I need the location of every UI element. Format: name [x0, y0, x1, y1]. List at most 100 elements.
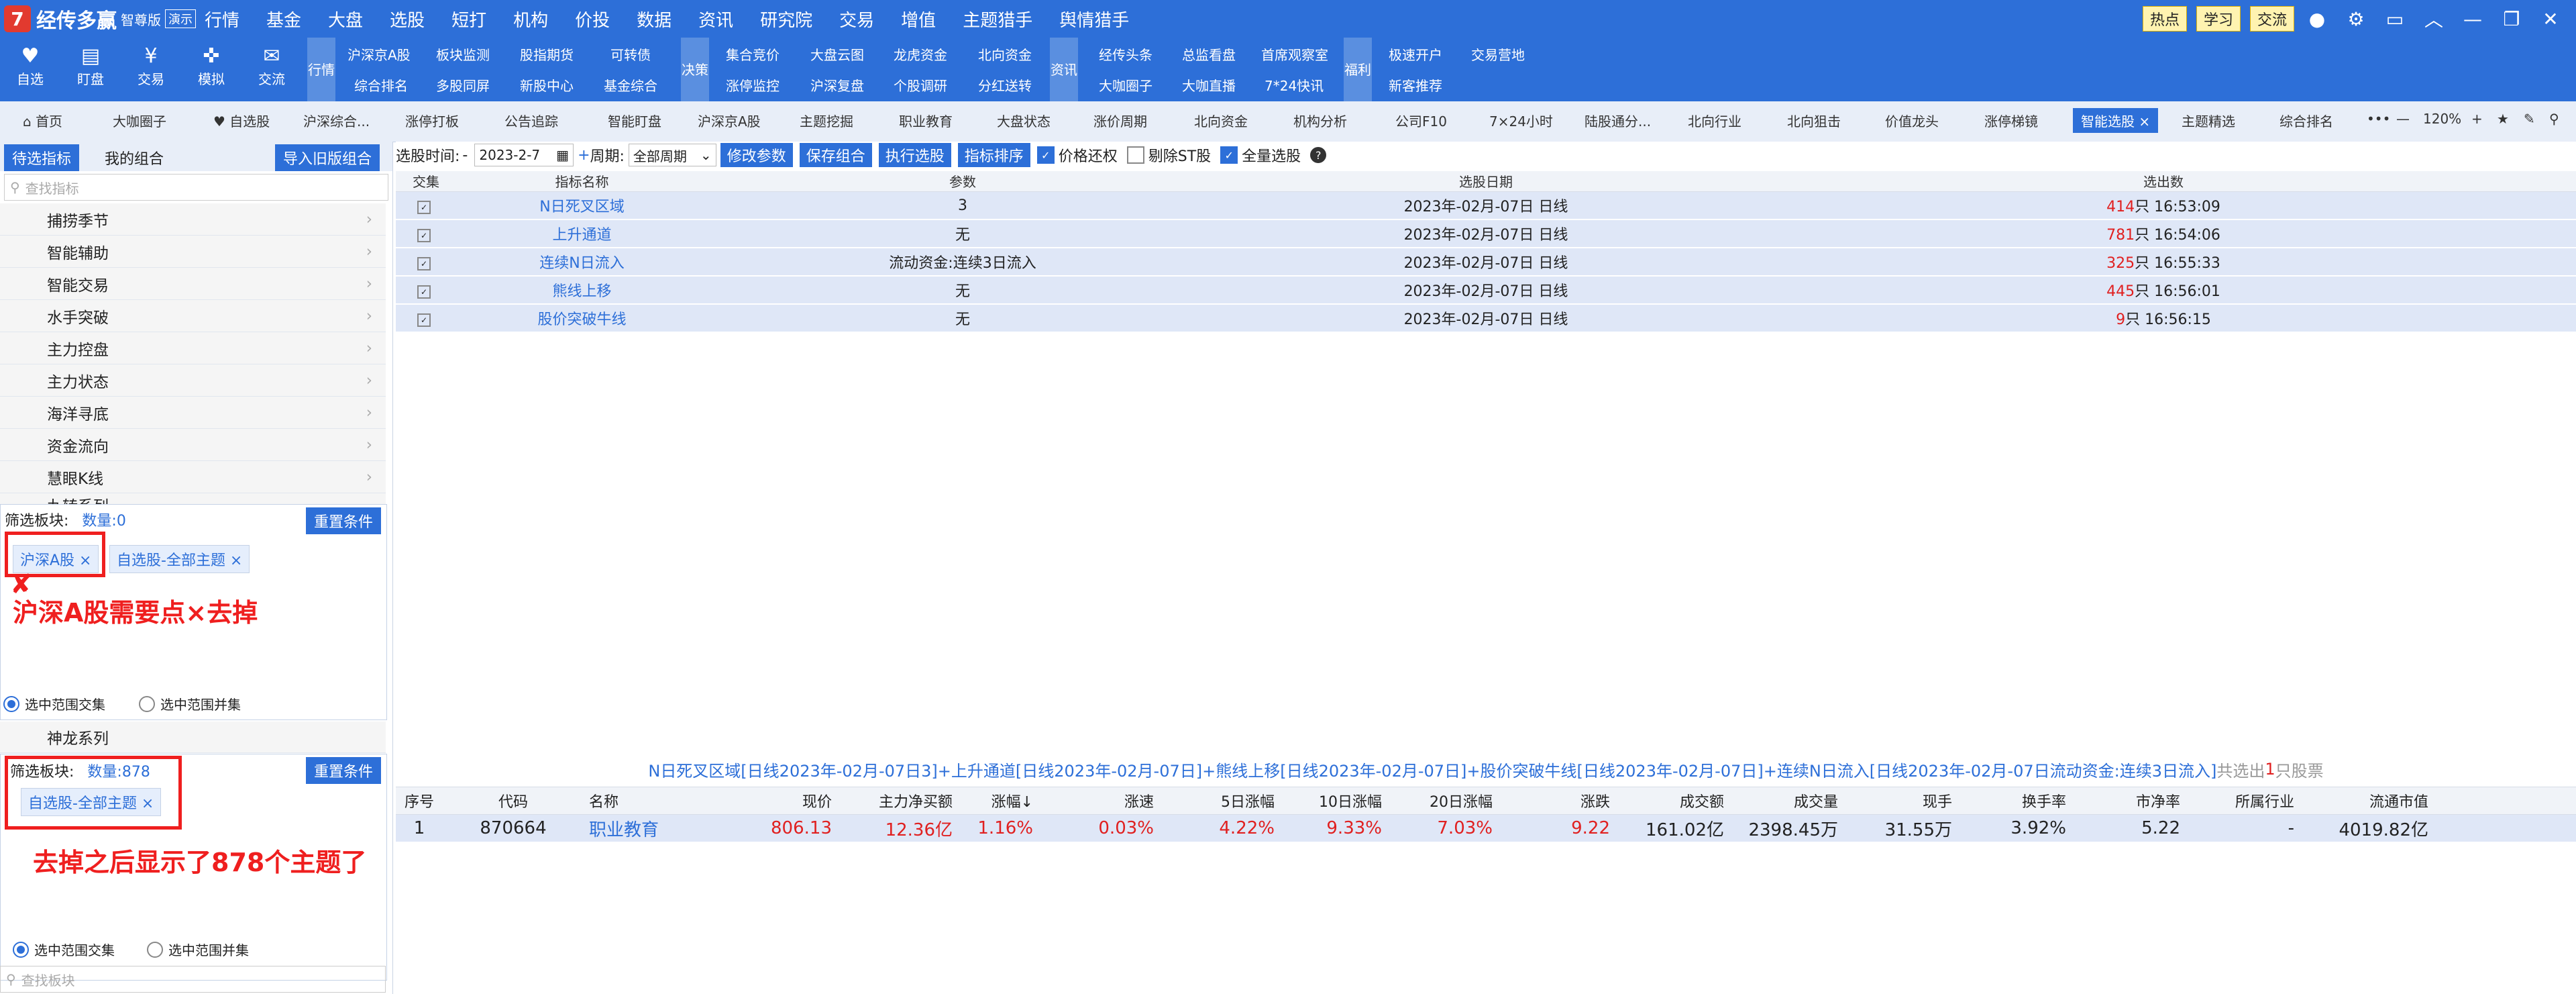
ribbon-link[interactable]: 基金综合: [604, 75, 657, 95]
table-row[interactable]: 1 870664 职业教育 806.13 12.36亿 1.16% 0.03% …: [396, 815, 2576, 842]
close-icon[interactable]: ✕: [2537, 5, 2564, 32]
nav-item[interactable]: 数据: [637, 7, 672, 32]
ribbon-sim-button[interactable]: ✜ 模拟: [188, 44, 235, 88]
nav-item[interactable]: 增值: [901, 7, 936, 32]
col-header[interactable]: 涨速: [1040, 790, 1161, 811]
reset-filter-button[interactable]: 重置条件: [305, 757, 381, 784]
minimize-icon[interactable]: —: [2459, 5, 2486, 32]
star-icon[interactable]: ★: [2497, 111, 2509, 127]
help-icon[interactable]: ?: [1310, 147, 1327, 163]
run-select-button[interactable]: 执行选股: [878, 143, 951, 167]
vtab-market[interactable]: 行情: [307, 38, 335, 101]
community-button[interactable]: 交流: [2249, 6, 2294, 32]
collapse-icon[interactable]: ︿: [2420, 5, 2447, 32]
nav-item[interactable]: 价投: [575, 7, 610, 32]
col-header[interactable]: 现价: [704, 790, 839, 811]
ribbon-monitor-button[interactable]: ▤ 盯盘: [67, 44, 114, 88]
vtab-news[interactable]: 资讯: [1050, 38, 1078, 101]
restore-icon[interactable]: ❐: [2498, 5, 2525, 32]
checkbox-price-adjust[interactable]: ✓: [1036, 146, 1055, 164]
reset-filter-button[interactable]: 重置条件: [305, 507, 381, 534]
stock-name[interactable]: 职业教育: [584, 816, 704, 841]
indicator-name[interactable]: N日死叉区域: [456, 195, 708, 216]
date-input[interactable]: 2023-2-7 ▦: [474, 144, 574, 166]
gear-icon[interactable]: ⚙: [2343, 5, 2369, 32]
ribbon-link[interactable]: 新股中心: [520, 75, 574, 95]
row-checkbox[interactable]: ✓: [396, 310, 456, 327]
col-header[interactable]: 流通市值: [2301, 790, 2435, 811]
ribbon-link[interactable]: 首席观察室: [1261, 44, 1328, 64]
tab[interactable]: 7×24小时: [1489, 111, 1553, 130]
nav-item[interactable]: 主题猎手: [963, 7, 1032, 32]
category-item[interactable]: 捕捞季节 ›: [0, 203, 386, 236]
tab[interactable]: 沪深综合...: [303, 111, 370, 130]
ribbon-link[interactable]: 综合排名: [354, 75, 408, 95]
table-row[interactable]: ✓ 熊线上移 无 2023年-02月-07日 日线 445只 16:56:01: [396, 277, 2576, 305]
pin-icon[interactable]: ⚲: [2549, 111, 2559, 127]
tab[interactable]: 大盘状态: [997, 111, 1051, 130]
col-header[interactable]: 成交量: [1731, 790, 1845, 811]
tab[interactable]: 沪深京A股: [698, 111, 761, 130]
vtab-benefit[interactable]: 福利: [1344, 38, 1372, 101]
zoom-out-icon[interactable]: —: [2396, 111, 2410, 127]
ribbon-trade-button[interactable]: ¥ 交易: [127, 44, 174, 88]
radio-union[interactable]: 选中范围并集: [147, 940, 249, 959]
indicator-name[interactable]: 熊线上移: [456, 279, 708, 301]
checkbox-exclude-st[interactable]: [1126, 146, 1144, 164]
col-header[interactable]: 市净率: [2073, 790, 2187, 811]
tab-home[interactable]: ⌂ 首页: [23, 111, 62, 130]
tab-pending-indicators[interactable]: 待选指标: [4, 144, 80, 171]
ribbon-link[interactable]: 涨停监控: [726, 75, 780, 95]
ribbon-link[interactable]: 多股同屏: [436, 75, 490, 95]
row-checkbox[interactable]: ✓: [396, 254, 456, 270]
nav-item[interactable]: 选股: [390, 7, 425, 32]
category-item[interactable]: 慧眼K线 ›: [0, 461, 386, 493]
edit-icon[interactable]: ✎: [2524, 111, 2535, 127]
import-old-button[interactable]: 导入旧版组合: [275, 144, 380, 171]
col-header-sorted[interactable]: 涨幅↓: [959, 790, 1040, 811]
tab[interactable]: 机构分析: [1293, 111, 1347, 130]
row-checkbox[interactable]: ✓: [396, 226, 456, 242]
ribbon-link[interactable]: 板块监测: [436, 44, 490, 64]
stock-code[interactable]: 870664: [449, 818, 584, 838]
nav-item[interactable]: 行情: [205, 7, 239, 32]
ribbon-link[interactable]: 大咖圈子: [1099, 75, 1152, 95]
nav-item[interactable]: 交易: [839, 7, 874, 32]
tab[interactable]: 陆股通分...: [1585, 111, 1651, 130]
ribbon-link[interactable]: 7*24快讯: [1265, 75, 1324, 95]
tab-active[interactable]: 智能选股 ×: [2073, 108, 2159, 133]
learn-button[interactable]: 学习: [2196, 6, 2241, 32]
nav-item[interactable]: 研究院: [760, 7, 812, 32]
checkbox-full-select[interactable]: ✓: [1220, 146, 1238, 164]
radio-union[interactable]: 选中范围并集: [139, 694, 241, 713]
nav-item[interactable]: 舆情猎手: [1059, 7, 1129, 32]
tab[interactable]: 主题精选: [2182, 111, 2235, 130]
tab-my-combos[interactable]: 我的组合: [105, 147, 164, 168]
ribbon-link[interactable]: 总监看盘: [1182, 44, 1236, 64]
tab-favorites[interactable]: ♥ 自选股: [213, 111, 270, 130]
sort-indicators-button[interactable]: 指标排序: [957, 143, 1030, 167]
ribbon-link[interactable]: 大咖直播: [1182, 75, 1236, 95]
tab[interactable]: 涨停打板: [405, 111, 459, 130]
tab[interactable]: 综合排名: [2279, 111, 2333, 130]
radio-intersect[interactable]: 选中范围交集: [3, 694, 105, 713]
tab[interactable]: 价值龙头: [1885, 111, 1939, 130]
category-item[interactable]: 海洋寻底 ›: [0, 397, 386, 429]
indicator-name[interactable]: 连续N日流入: [456, 251, 708, 272]
nav-item[interactable]: 机构: [513, 7, 548, 32]
col-header[interactable]: 20日涨幅: [1389, 790, 1499, 811]
save-combo-button[interactable]: 保存组合: [799, 143, 872, 167]
tab[interactable]: 涨停梯镜: [1984, 111, 2038, 130]
plus-icon[interactable]: +: [578, 147, 590, 164]
ribbon-fav-button[interactable]: ♥ 自选: [7, 44, 54, 88]
category-item[interactable]: 神龙系列: [0, 722, 386, 753]
row-checkbox[interactable]: ✓: [396, 197, 456, 214]
ribbon-link[interactable]: 新客推荐: [1389, 75, 1442, 95]
indicator-name[interactable]: 上升通道: [456, 223, 708, 244]
category-item[interactable]: 智能交易 ›: [0, 268, 386, 300]
zoom-in-icon[interactable]: +: [2471, 111, 2483, 127]
nav-item[interactable]: 资讯: [698, 7, 733, 32]
category-item[interactable]: 资金流向 ›: [0, 429, 386, 461]
vtab-decision[interactable]: 决策: [681, 38, 709, 101]
tab[interactable]: 智能盯盘: [608, 111, 661, 130]
